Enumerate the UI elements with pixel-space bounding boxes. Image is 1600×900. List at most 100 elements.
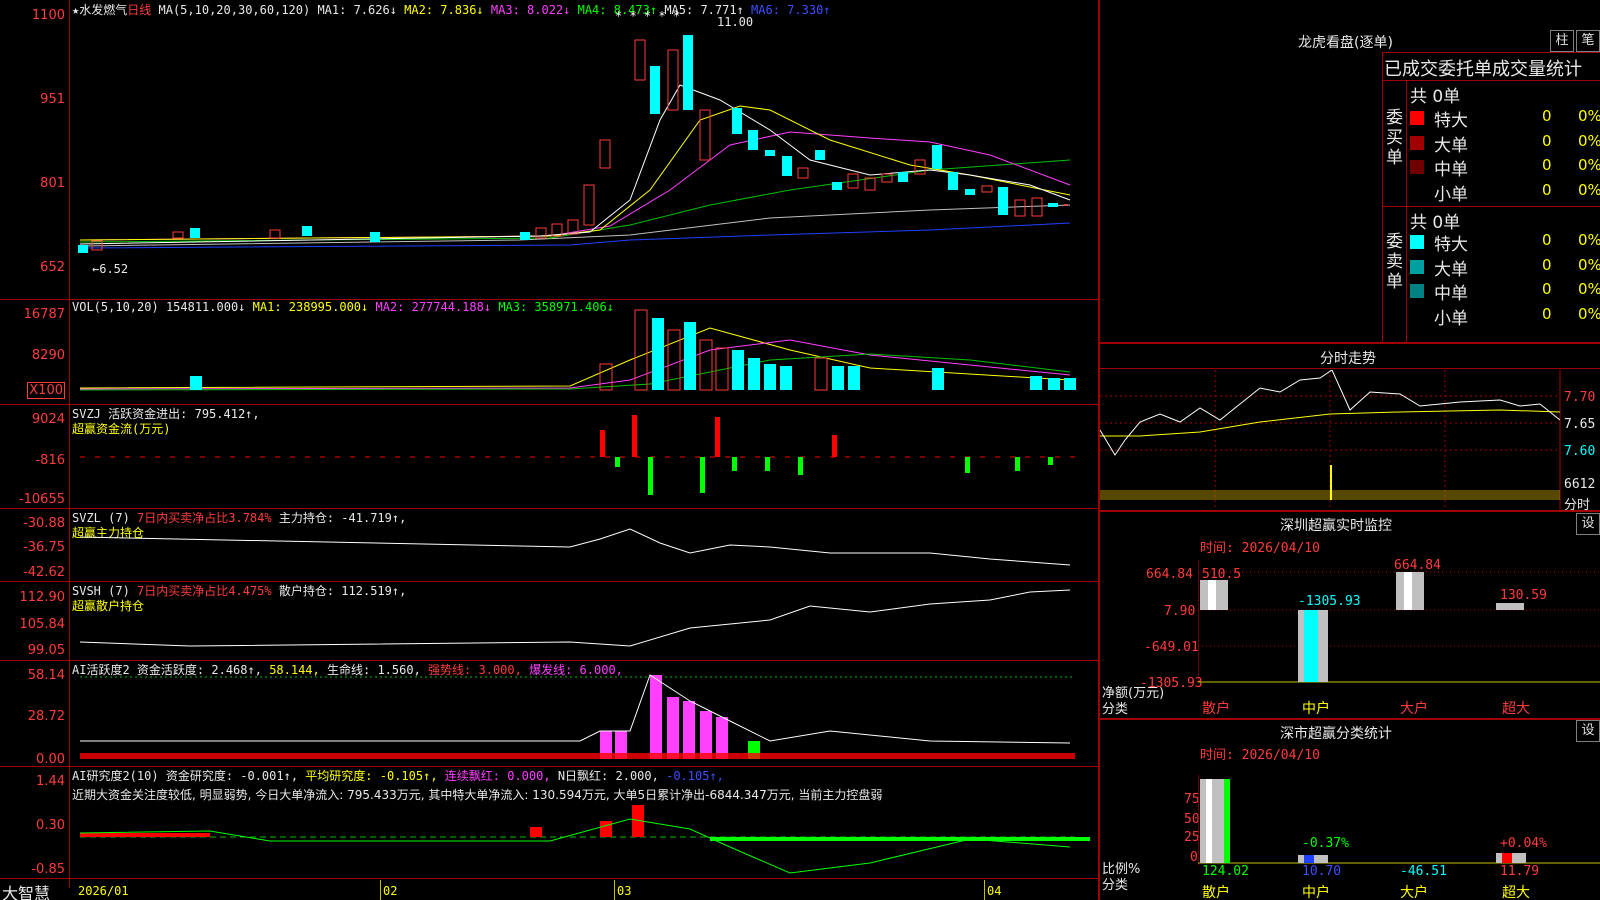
- sz-cls-pct-2: -0.37%: [1302, 836, 1349, 851]
- sz-bar-value-4: 130.59: [1500, 588, 1547, 603]
- sz-cat-3: 大户: [1400, 701, 1428, 717]
- svzl-line[interactable]: [70, 509, 1098, 581]
- sz-y-2: 7.90: [1164, 604, 1196, 619]
- svg-text:* * * * *: * * * * *: [615, 9, 680, 23]
- sz-monitor-title: 深圳超赢实时监控: [1280, 518, 1392, 534]
- ai-active-tick-3: 0.00: [36, 752, 65, 767]
- month-label-4: 04: [987, 884, 1002, 898]
- buy-row: 大单 0 0%: [1408, 130, 1600, 156]
- brand-label: 大智慧: [2, 884, 51, 900]
- ai-active-tick-1: 58.14: [27, 668, 65, 683]
- sz-bar-value-2: -1305.93: [1298, 594, 1361, 609]
- tick-mode-button[interactable]: 笔: [1576, 30, 1600, 52]
- price-tick-4: 652: [40, 260, 65, 275]
- sz-cat-2: 中户: [1302, 701, 1330, 717]
- month-divider-2: [614, 880, 615, 900]
- month-label-3: 03: [617, 884, 632, 898]
- sz-cls-time: 时间: 2026/04/10: [1200, 748, 1320, 763]
- sz-cls-cat-4: 超大: [1502, 885, 1530, 900]
- sz-cls-value-2: 10.70: [1302, 864, 1342, 879]
- month-divider-1: [380, 880, 381, 900]
- sell-side-label: 委卖单: [1386, 232, 1403, 292]
- svzj-bars[interactable]: [70, 405, 1098, 508]
- volume-ma-lines: [79, 327, 1071, 391]
- svsh-tick-3: 99.05: [27, 643, 65, 658]
- sz-bar-value-1: 510.5: [1202, 567, 1242, 582]
- sz-cls-title: 深市超赢分类统计: [1280, 726, 1392, 742]
- sz-monitor-chart[interactable]: [1198, 560, 1600, 696]
- svzl-tick-1: -30.88: [23, 516, 65, 531]
- ai-active-tick-2: 28.72: [27, 709, 65, 724]
- svzj-tick-3: -10655: [18, 492, 65, 507]
- price-tick-3: 801: [40, 176, 65, 191]
- color-swatch: [1410, 160, 1424, 174]
- svzj-tick-1: 9024: [31, 412, 65, 427]
- sell-row: 中单 0 0%: [1408, 278, 1600, 304]
- buy-side-label: 委买单: [1386, 108, 1403, 168]
- sell-rows: 特大 0 0% 大单 0 0% 中单 0 0% 小单 0 0%: [1408, 229, 1600, 329]
- ai-research-tick-2: 0.30: [36, 818, 65, 833]
- main-chart-area[interactable]: ★水发燃气日线 MA(5,10,20,30,60,120) MA1: 7.626…: [0, 0, 1098, 900]
- sz-cat-1: 散户: [1202, 701, 1230, 717]
- svzl-tick-3: -42.62: [23, 565, 65, 580]
- sz-cls-cat-1: 散户: [1202, 885, 1230, 900]
- ma60-line: [79, 204, 1071, 247]
- ma30-line: [79, 159, 1071, 243]
- svzl-tick-2: -36.75: [23, 540, 65, 555]
- candles: [78, 35, 1067, 253]
- vol-tick-2: 8290: [31, 348, 65, 363]
- sell-row: 大单 0 0%: [1408, 254, 1600, 280]
- vol-unit-box: X100: [27, 382, 65, 399]
- ai-research-tick-1: 1.44: [36, 774, 65, 789]
- sz-cls-pct-4: +0.04%: [1500, 836, 1547, 851]
- buy-row: 特大 0 0%: [1408, 105, 1600, 131]
- sz-cls-value-1: 124.02: [1202, 864, 1249, 879]
- sz-y-1: 664.84: [1146, 567, 1193, 582]
- month-label-2: 02: [383, 884, 398, 898]
- ma20-line: [79, 131, 1071, 241]
- sz-cls-value-4: 11.79: [1500, 864, 1540, 879]
- month-label-1: 2026/01: [78, 884, 129, 898]
- intraday-vol-value: 6612: [1564, 477, 1596, 492]
- sz-cls-settings-button[interactable]: 设: [1576, 720, 1600, 742]
- intraday-title: 分时走势: [1320, 351, 1376, 367]
- buy-row: 中单 0 0%: [1408, 154, 1600, 180]
- ai-research-tick-3: -0.85: [31, 862, 65, 877]
- sz-cls-cat-3: 大户: [1400, 885, 1428, 900]
- ma-lines: [79, 84, 1071, 249]
- sz-cls-chart[interactable]: [1198, 775, 1600, 879]
- color-swatch: [1410, 111, 1424, 125]
- svsh-tick-1: 112.90: [19, 590, 66, 605]
- price-candles[interactable]: * * * * *: [70, 0, 1098, 299]
- vol-tick-1: 16787: [23, 307, 65, 322]
- volume-bars[interactable]: [70, 300, 1098, 404]
- ai-active-bars[interactable]: [70, 661, 1098, 766]
- buy-total: 共 0单: [1410, 87, 1461, 107]
- sz-monitor-settings-button[interactable]: 设: [1576, 513, 1600, 535]
- ai-research-bars[interactable]: [70, 767, 1098, 878]
- right-sidebar: 龙虎看盘(逐单) 柱 笔 已成交委托单成交量统计 委买单 委卖单 共 0单 共 …: [1100, 0, 1600, 900]
- column-mode-button[interactable]: 柱: [1550, 30, 1574, 52]
- intraday-chart[interactable]: [1100, 370, 1600, 510]
- sz-cls-y-4: 0: [1190, 850, 1198, 865]
- price-tick-2: 951: [40, 92, 65, 107]
- month-divider-3: [984, 880, 985, 900]
- color-swatch: [1410, 235, 1424, 249]
- sz-cls-unit2: 分类: [1102, 878, 1129, 893]
- sz-monitor-time: 时间: 2026/04/10: [1200, 541, 1320, 556]
- sell-row: 特大 0 0%: [1408, 229, 1600, 255]
- sz-unit2: 分类: [1102, 702, 1129, 717]
- intraday-volume: [1100, 465, 1560, 500]
- intraday-y-3: 7.60: [1564, 444, 1596, 459]
- svsh-tick-2: 105.84: [19, 617, 66, 632]
- sell-row: 小单 0 0%: [1434, 304, 1600, 329]
- intraday-y-2: 7.65: [1564, 417, 1596, 432]
- dragon-title: 龙虎看盘(逐单): [1298, 35, 1393, 51]
- color-swatch: [1410, 259, 1424, 274]
- sz-cls-value-3: -46.51: [1400, 864, 1447, 879]
- sz-cat-4: 超大: [1502, 701, 1530, 717]
- buy-rows: 特大 0 0% 大单 0 0% 中单 0 0% 小单 0 0%: [1408, 105, 1600, 205]
- star-markers: * * * * *: [615, 9, 680, 23]
- svsh-line[interactable]: [70, 582, 1098, 660]
- price-tick-1: 1100: [31, 8, 65, 23]
